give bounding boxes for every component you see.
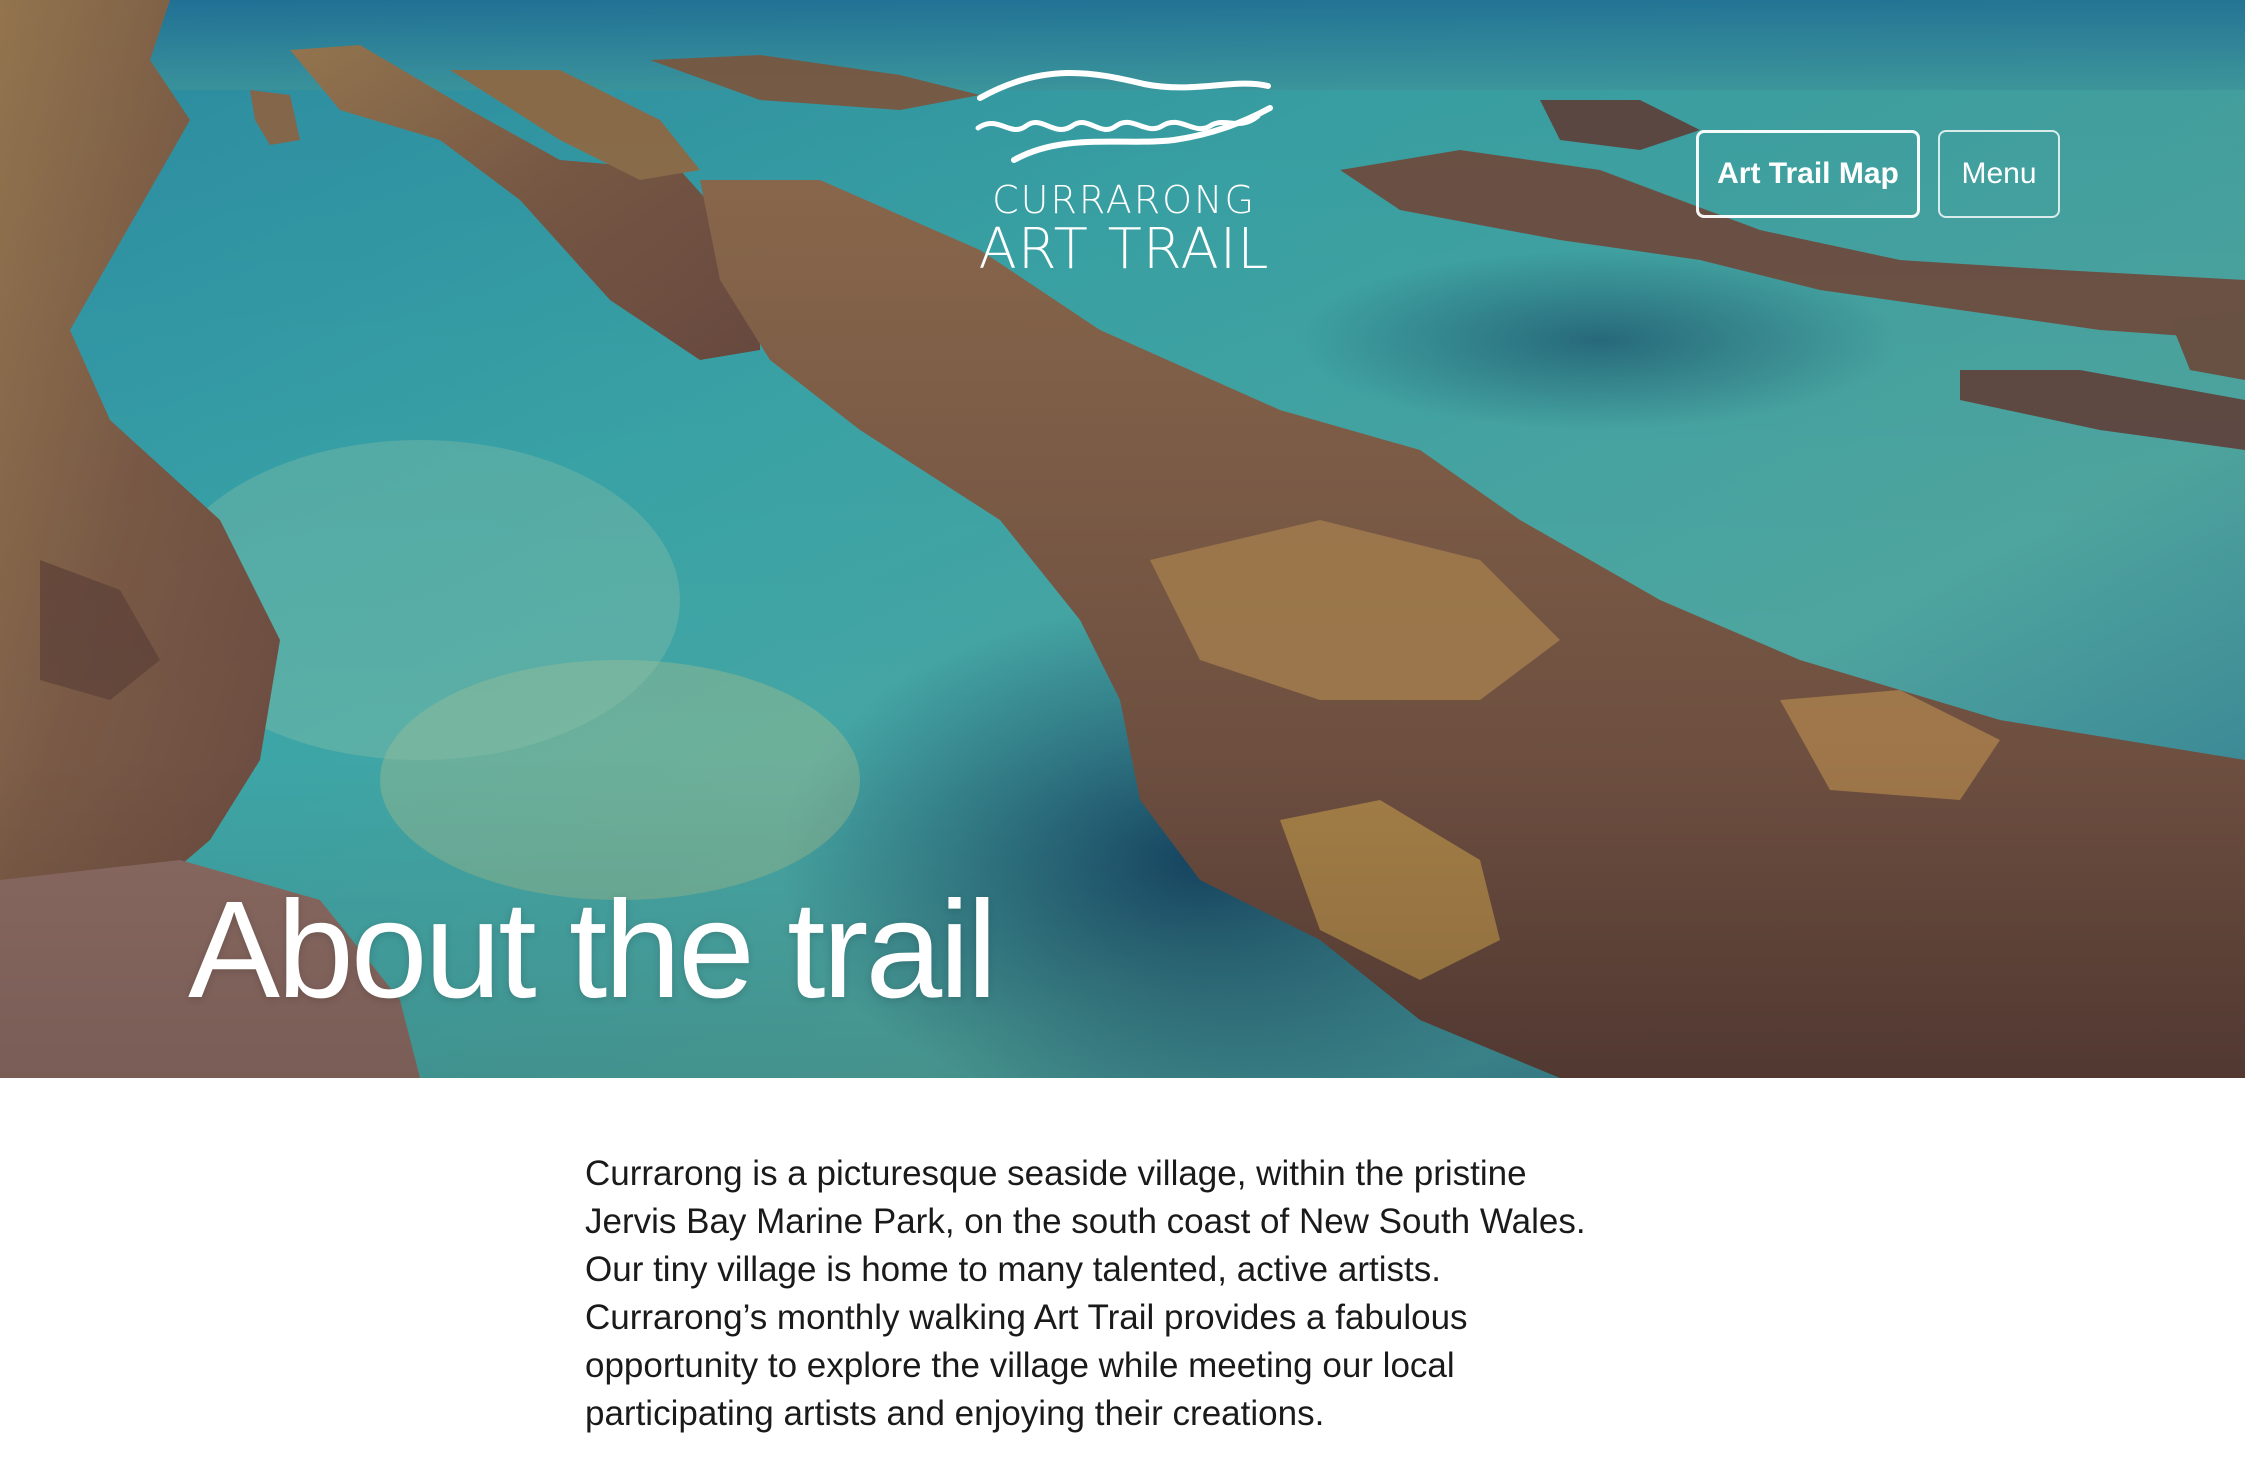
about-section: Currarong is a picturesque seaside villa… [585, 1150, 1685, 1438]
hero-section: CURRARONG ART TRAIL Art Trail Map Menu A… [0, 0, 2245, 1078]
about-line-6: participating artists and enjoying their… [585, 1394, 1325, 1433]
about-line-1: Currarong is a picturesque seaside villa… [585, 1154, 1527, 1193]
logo-waves-icon [975, 70, 1273, 163]
site-logo[interactable]: CURRARONG ART TRAIL [974, 68, 1274, 283]
about-line-2: Jervis Bay Marine Park, on the south coa… [585, 1202, 1586, 1241]
logo-text-currarong: CURRARONG [992, 178, 1256, 222]
art-trail-map-button[interactable]: Art Trail Map [1696, 130, 1920, 218]
menu-button[interactable]: Menu [1938, 130, 2060, 218]
page-title: About the trail [188, 873, 998, 1027]
about-line-4: Currarong’s monthly walking Art Trail pr… [585, 1298, 1468, 1337]
about-line-5: opportunity to explore the village while… [585, 1346, 1455, 1385]
about-line-3: Our tiny village is home to many talente… [585, 1250, 1441, 1289]
logo-text-art-trail: ART TRAIL [978, 217, 1270, 282]
